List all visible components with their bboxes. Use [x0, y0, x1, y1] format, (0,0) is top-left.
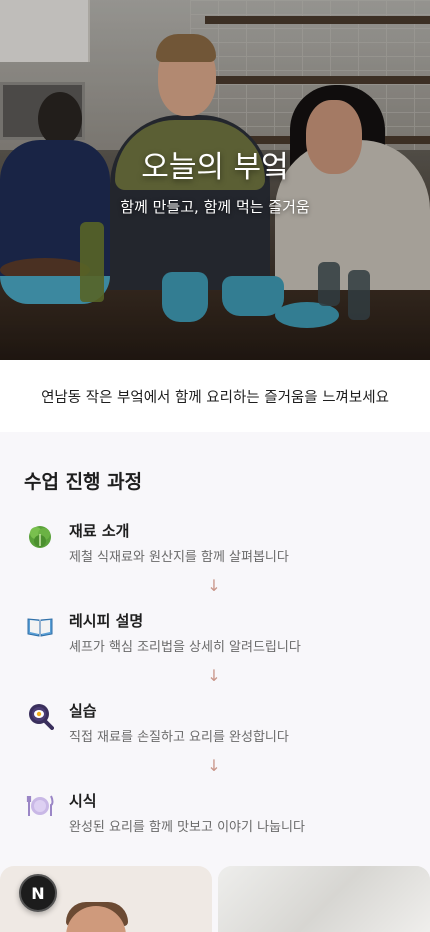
step-description: 셰프가 핵심 조리법을 상세히 알려드립니다 — [69, 640, 301, 655]
step-description: 직접 재료를 손질하고 요리를 완성합니다 — [69, 730, 289, 745]
intro-text: 연남동 작은 부엌에서 함께 요리하는 즐거움을 느껴보세요 — [41, 390, 389, 406]
process-step-practice: 실습 직접 재료를 손질하고 요리를 완성합니다 — [24, 700, 406, 750]
process-step-recipe: 레시피 설명 셰프가 핵심 조리법을 상세히 알려드립니다 — [24, 610, 406, 660]
step-description: 제철 식재료와 원산지를 함께 살펴봅니다 — [69, 550, 289, 565]
step-title: 레시피 설명 — [69, 612, 144, 630]
down-arrow-icon: ↓ — [207, 666, 221, 685]
step-title: 시식 — [69, 792, 97, 810]
hero-title: 오늘의 부엌 — [141, 150, 289, 185]
lettuce-icon — [26, 522, 54, 550]
hero-subtitle: 함께 만들고, 함께 먹는 즐거움 — [120, 198, 310, 216]
intro-section: 연남동 작은 부엌에서 함께 요리하는 즐거움을 느껴보세요 — [0, 360, 430, 432]
plate-cutlery-icon — [26, 792, 54, 820]
process-step-tasting: 시식 완성된 요리를 함께 맛보고 이야기 나눕니다 — [24, 790, 406, 840]
process-section-title: 수업 진행 과정 — [24, 471, 143, 493]
down-arrow-icon: ↓ — [207, 576, 221, 595]
gallery-image[interactable] — [218, 866, 430, 932]
frying-pan-icon — [26, 702, 54, 730]
floating-action-button[interactable]: N — [19, 874, 57, 912]
step-title: 재료 소개 — [69, 522, 130, 540]
hero-banner: 오늘의 부엌 함께 만들고, 함께 먹는 즐거움 — [0, 0, 430, 360]
down-arrow-icon: ↓ — [207, 756, 221, 775]
step-title: 실습 — [69, 702, 97, 720]
step-description: 완성된 요리를 함께 맛보고 이야기 나눕니다 — [69, 820, 305, 835]
book-icon — [26, 612, 54, 640]
process-step-ingredients: 재료 소개 제철 식재료와 원산지를 함께 살펴봅니다 — [24, 520, 406, 570]
